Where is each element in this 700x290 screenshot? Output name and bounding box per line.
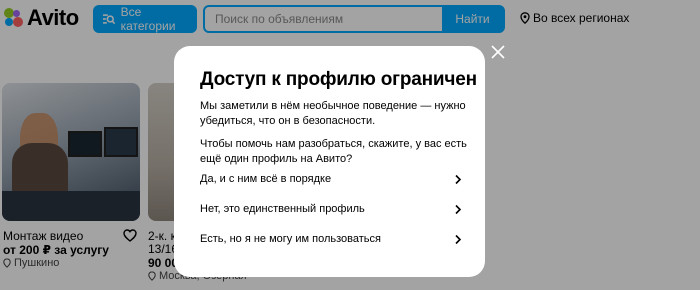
option-yes-cannot-use[interactable]: Есть, но я не могу им пользоваться [200,224,462,254]
profile-restricted-dialog: Доступ к профилю ограничен Мы заметили в… [174,46,485,277]
close-icon[interactable] [490,44,506,60]
option-label: Нет, это единственный профиль [200,203,365,215]
option-label: Есть, но я не могу им пользоваться [200,233,381,245]
dialog-title: Доступ к профилю ограничен [200,69,477,90]
option-no-only-profile[interactable]: Нет, это единственный профиль [200,194,462,224]
chevron-right-icon [455,174,462,184]
option-yes-fine[interactable]: Да, и с ним всё в порядке [200,164,462,194]
option-label: Да, и с ним всё в порядке [200,173,332,185]
chevron-right-icon [455,204,462,214]
dialog-description: Мы заметили в нём необычное поведение — … [200,100,466,127]
dialog-question: Чтобы помочь нам разобраться, скажите, у… [200,138,467,165]
answer-options: Да, и с ним всё в порядке Нет, это единс… [200,164,462,254]
chevron-right-icon [455,234,462,244]
